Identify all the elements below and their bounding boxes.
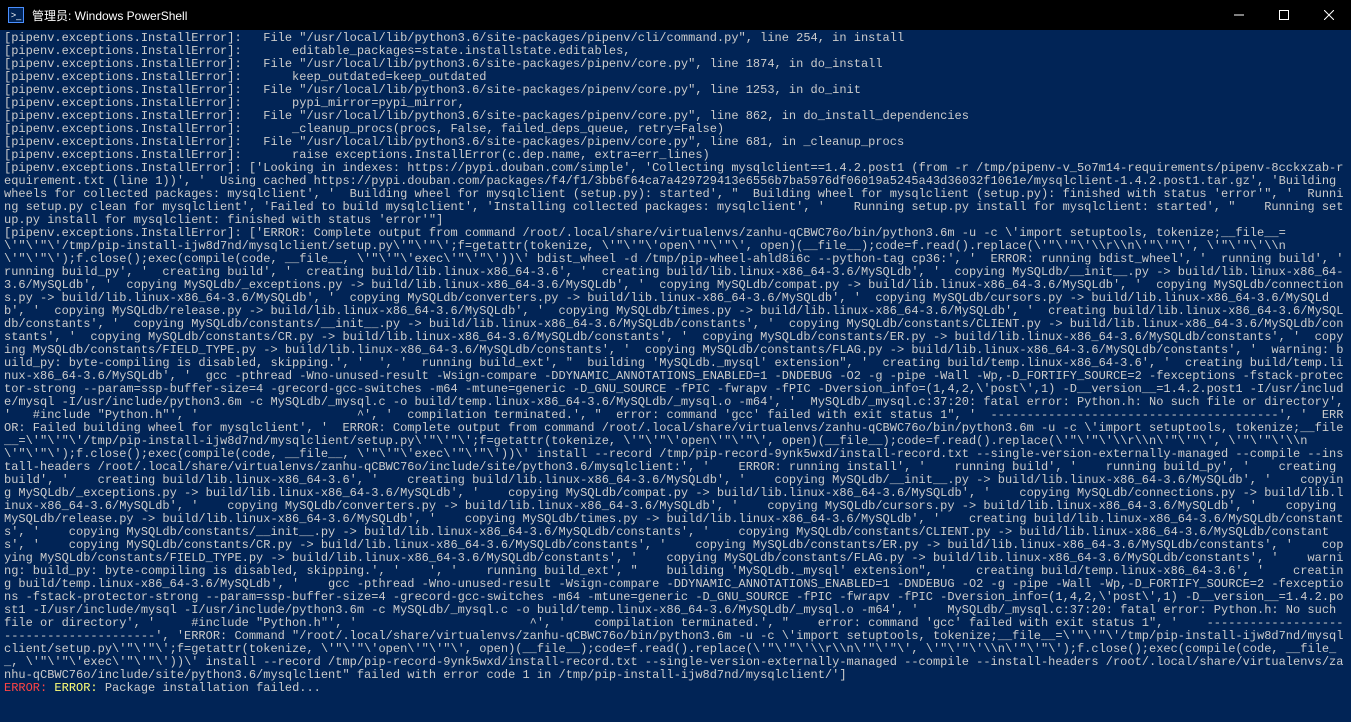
error-prefix: ERROR: xyxy=(4,681,47,695)
minimize-button[interactable] xyxy=(1216,0,1261,30)
window-controls xyxy=(1216,0,1351,30)
window-titlebar: >_ 管理员: Windows PowerShell xyxy=(0,0,1351,30)
error-label: ERROR: xyxy=(54,681,97,695)
build-error-block: [pipenv.exceptions.InstallError]: ['ERRO… xyxy=(4,226,1351,682)
maximize-button[interactable] xyxy=(1261,0,1306,30)
close-button[interactable] xyxy=(1306,0,1351,30)
traceback-block: [pipenv.exceptions.InstallError]: File "… xyxy=(4,31,969,162)
powershell-icon: >_ xyxy=(8,7,24,23)
terminal-output[interactable]: [pipenv.exceptions.InstallError]: File "… xyxy=(0,30,1351,722)
error-message: Package installation failed... xyxy=(98,681,321,695)
window-title: 管理员: Windows PowerShell xyxy=(32,7,1216,24)
collecting-block: [pipenv.exceptions.InstallError]: ['Look… xyxy=(4,161,1343,227)
